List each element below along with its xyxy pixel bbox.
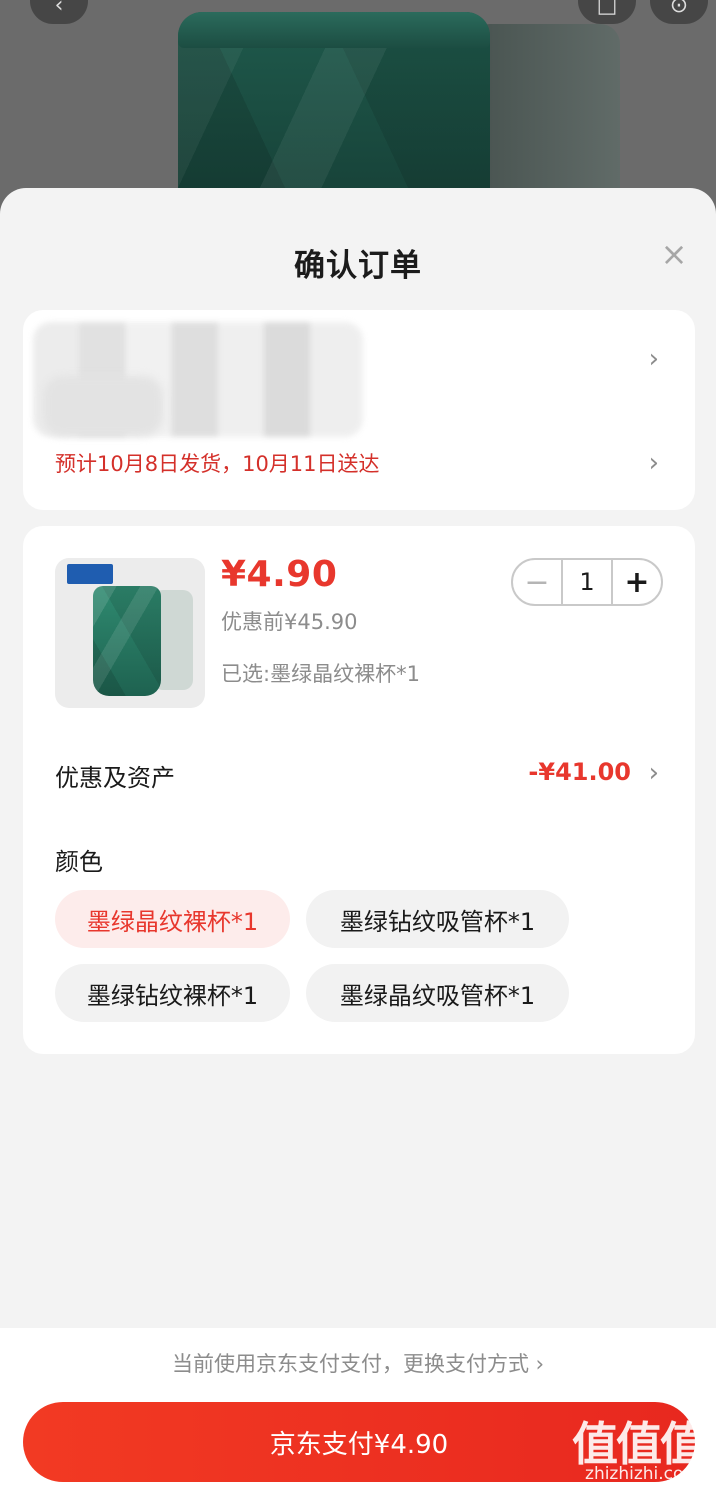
address-redacted-detail — [43, 376, 163, 436]
chevron-right-icon: › — [648, 448, 659, 478]
share-button[interactable]: □ — [578, 0, 636, 24]
decrease-button[interactable]: − — [513, 560, 561, 604]
original-price: 优惠前¥45.90 — [221, 610, 358, 634]
product-card: ¥4.90 优惠前¥45.90 已选:墨绿晶纹裸杯*1 − 1 + 优惠及资产 … — [23, 526, 695, 1054]
color-option-chip[interactable]: 墨绿钻纹吸管杯*1 — [306, 890, 569, 948]
glass-shadow — [470, 24, 620, 214]
color-option-chip[interactable]: 墨绿晶纹裸杯*1 — [55, 890, 290, 948]
selected-variant: 已选:墨绿晶纹裸杯*1 — [221, 662, 420, 686]
watermark: 值值值 zhizhizhi.com — [554, 1408, 706, 1488]
brand-logo — [67, 564, 113, 584]
payment-method-note[interactable]: 当前使用京东支付支付，更换支付方式 › — [0, 1348, 716, 1378]
discount-label[interactable]: 优惠及资产 — [55, 758, 175, 793]
discount-value[interactable]: -¥41.00 — [528, 758, 631, 786]
chevron-right-icon[interactable]: › — [649, 760, 659, 786]
color-label: 颜色 — [55, 848, 103, 876]
quantity-value[interactable]: 1 — [561, 560, 613, 604]
thumbnail-glass — [93, 586, 161, 696]
back-icon: ‹ — [54, 0, 64, 18]
color-option-chip[interactable]: 墨绿晶纹吸管杯*1 — [306, 964, 569, 1022]
chevron-right-icon: › — [648, 344, 659, 374]
close-icon[interactable]: × — [660, 238, 688, 270]
confirm-order-sheet: 确认订单 × › 预计10月8日发货，10月11日送达 › ¥4.90 优惠前¥… — [0, 188, 716, 1492]
share-icon: □ — [596, 0, 618, 18]
increase-button[interactable]: + — [613, 560, 661, 604]
quantity-stepper: − 1 + — [511, 558, 663, 606]
product-thumbnail[interactable] — [55, 558, 205, 708]
back-button[interactable]: ‹ — [30, 0, 88, 24]
delivery-estimate: 预计10月8日发货，10月11日送达 — [55, 452, 380, 476]
cart-icon: ⊙ — [669, 0, 689, 18]
color-option-chip[interactable]: 墨绿钻纹裸杯*1 — [55, 964, 290, 1022]
product-price: ¥4.90 — [221, 554, 338, 595]
watermark-site: zhizhizhi.com — [585, 1464, 700, 1484]
address-card[interactable]: › 预计10月8日发货，10月11日送达 › — [23, 310, 695, 510]
sheet-title: 确认订单 — [294, 248, 422, 284]
cart-button[interactable]: ⊙ — [650, 0, 708, 24]
